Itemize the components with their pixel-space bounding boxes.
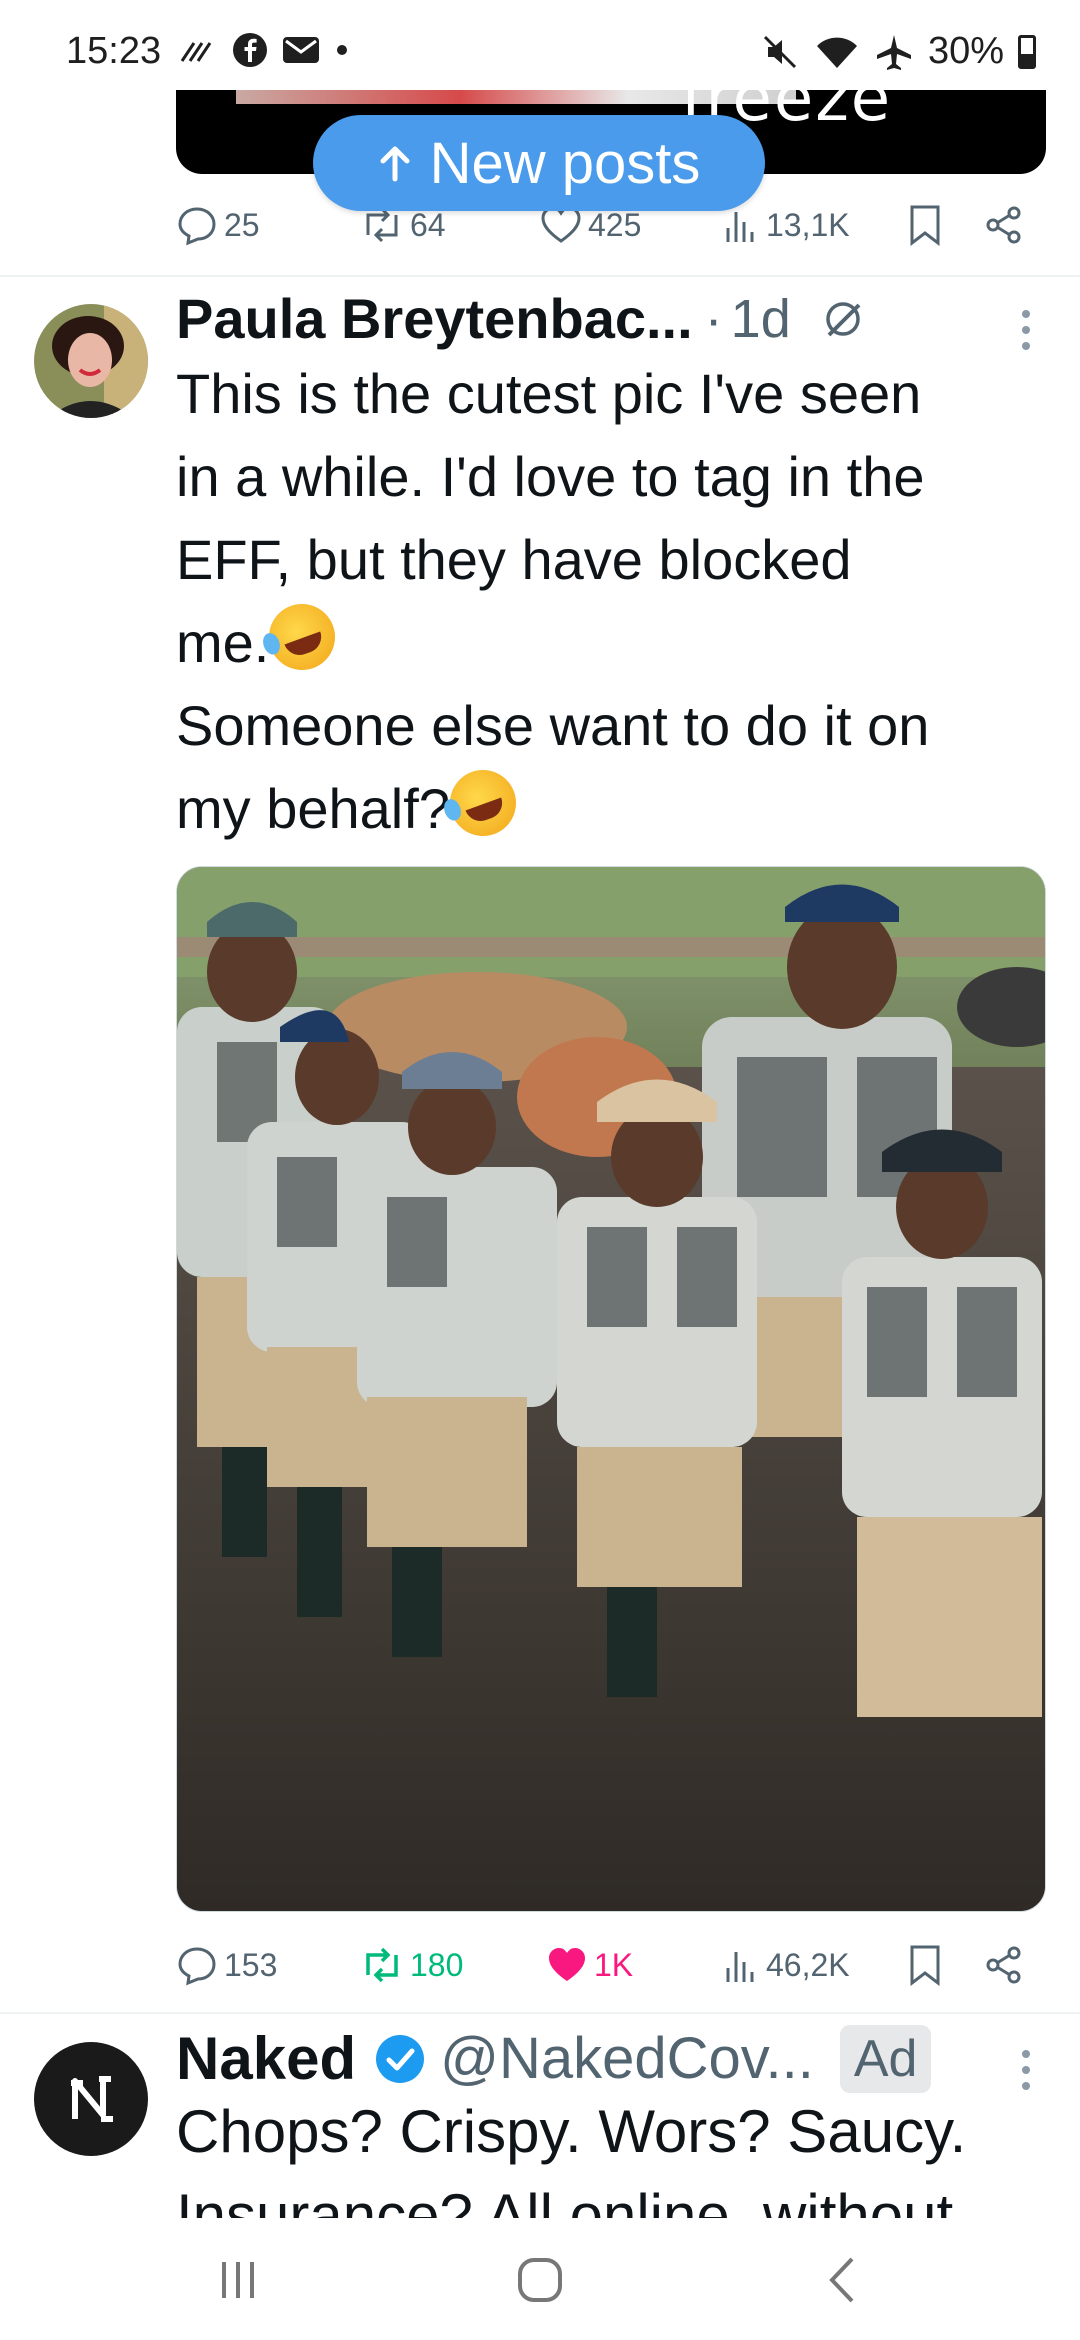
divider: [0, 2012, 1080, 2014]
views-icon: [726, 212, 754, 242]
tweet-text-line: me.: [176, 611, 270, 674]
reply-icon: [178, 207, 216, 246]
rolling-laughing-emoji-icon: [260, 594, 345, 680]
more-options-icon[interactable]: [1016, 310, 1036, 350]
status-time: 15:23: [66, 30, 162, 72]
status-bar: 15:23 30%: [0, 0, 1080, 90]
tweet-photo[interactable]: [176, 866, 1046, 1912]
new-posts-button[interactable]: New posts: [313, 115, 765, 211]
grok-icon[interactable]: [821, 297, 865, 341]
like-count: 1K: [594, 1946, 634, 1983]
bookmark-button[interactable]: [908, 1935, 942, 1995]
bookmark-icon: [910, 205, 940, 246]
reply-icon: [178, 1947, 216, 1986]
repost-count: 64: [410, 206, 446, 243]
share-button[interactable]: [984, 1935, 1024, 1995]
views-count: 13,1K: [766, 206, 850, 243]
ad-badge: Ad: [839, 2024, 932, 2093]
naked-logo-icon: [71, 2076, 113, 2122]
tweet-text-line: This is the cutest pic I've seen: [176, 362, 922, 425]
airplane-icon: [876, 34, 911, 70]
system-nav-bar: [0, 2220, 1080, 2340]
tweet-header: Paula Breytenbac... · 1d: [176, 286, 865, 351]
timestamp-separator: ·: [704, 288, 723, 349]
new-posts-label: New posts: [429, 130, 701, 196]
recent-apps-icon: [222, 2262, 254, 2298]
views-button[interactable]: 13,1K: [724, 195, 850, 255]
rolling-laughing-emoji-icon: [440, 760, 526, 846]
reply-count: 153: [224, 1946, 278, 1983]
ad-tweet-header: Naked @NakedCov... Ad: [176, 2024, 932, 2093]
heart-filled-icon: [549, 1948, 585, 1981]
ad-more-options-icon[interactable]: [1016, 2050, 1036, 2090]
home-icon: [518, 2258, 562, 2302]
author-name[interactable]: Paula Breytenbac...: [176, 286, 693, 351]
timestamp[interactable]: 1d: [731, 288, 791, 350]
views-button[interactable]: 46,2K: [724, 1935, 850, 1995]
repost-icon: [366, 1947, 398, 1983]
reply-count: 25: [224, 206, 260, 243]
tweet-actions: 153 180 1K 46,2K: [176, 1935, 1036, 1995]
notification-dot-icon: [337, 45, 347, 55]
home-button[interactable]: [510, 2250, 570, 2310]
heart-icon: [541, 206, 581, 243]
mail-icon: [283, 37, 319, 63]
share-button[interactable]: [984, 195, 1024, 255]
photo-illustration: [177, 867, 1045, 1911]
verified-badge-icon: [376, 2034, 425, 2083]
bookmark-button[interactable]: [908, 195, 942, 255]
back-button[interactable]: [812, 2250, 872, 2310]
tweet-text-line: in a while. I'd love to tag in the: [176, 445, 925, 508]
recent-apps-button[interactable]: [208, 2250, 268, 2310]
views-icon: [726, 1952, 754, 1982]
views-count: 46,2K: [766, 1946, 850, 1983]
back-icon: [829, 2257, 854, 2303]
repost-count: 180: [410, 1946, 464, 1983]
ad-avatar[interactable]: [34, 2042, 148, 2156]
share-icon: [986, 206, 1021, 244]
avatar-photo: [34, 304, 148, 418]
avatar[interactable]: [34, 304, 148, 418]
arrow-up-icon: [380, 146, 410, 182]
like-count: 425: [588, 206, 642, 243]
share-icon: [986, 1946, 1021, 1984]
tweet-text: This is the cutest pic I've seen in a wh…: [176, 352, 1056, 850]
divider: [0, 275, 1080, 277]
reply-button[interactable]: 25: [176, 195, 260, 255]
facebook-icon: [233, 33, 267, 67]
ad-handle[interactable]: @NakedCov...: [440, 2025, 814, 2092]
tweet-text-line: my behalf?: [176, 777, 450, 840]
battery-percent: 30%: [927, 30, 1004, 72]
battery-icon: [1018, 34, 1036, 69]
bookmark-icon: [910, 1945, 940, 1986]
repost-icon: [366, 207, 398, 243]
repost-button[interactable]: 180: [360, 1935, 463, 1995]
ad-text-line: Insurance? All online, without: [176, 2182, 954, 2218]
signal-activity-icon: [180, 42, 212, 62]
like-button[interactable]: 1K: [546, 1935, 633, 1995]
ad-text-line: Chops? Crispy. Wors? Saucy.: [176, 2098, 967, 2165]
tweet-text-line: EFF, but they have blocked: [176, 528, 852, 591]
ad-author-name[interactable]: Naked: [176, 2024, 356, 2093]
tweet-text-line: Someone else want to do it on: [176, 694, 930, 757]
ad-tweet-text: Chops? Crispy. Wors? Saucy. Insurance? A…: [176, 2090, 1056, 2218]
wifi-icon: [816, 37, 857, 68]
mute-icon: [763, 35, 796, 68]
reply-button[interactable]: 153: [176, 1935, 277, 1995]
